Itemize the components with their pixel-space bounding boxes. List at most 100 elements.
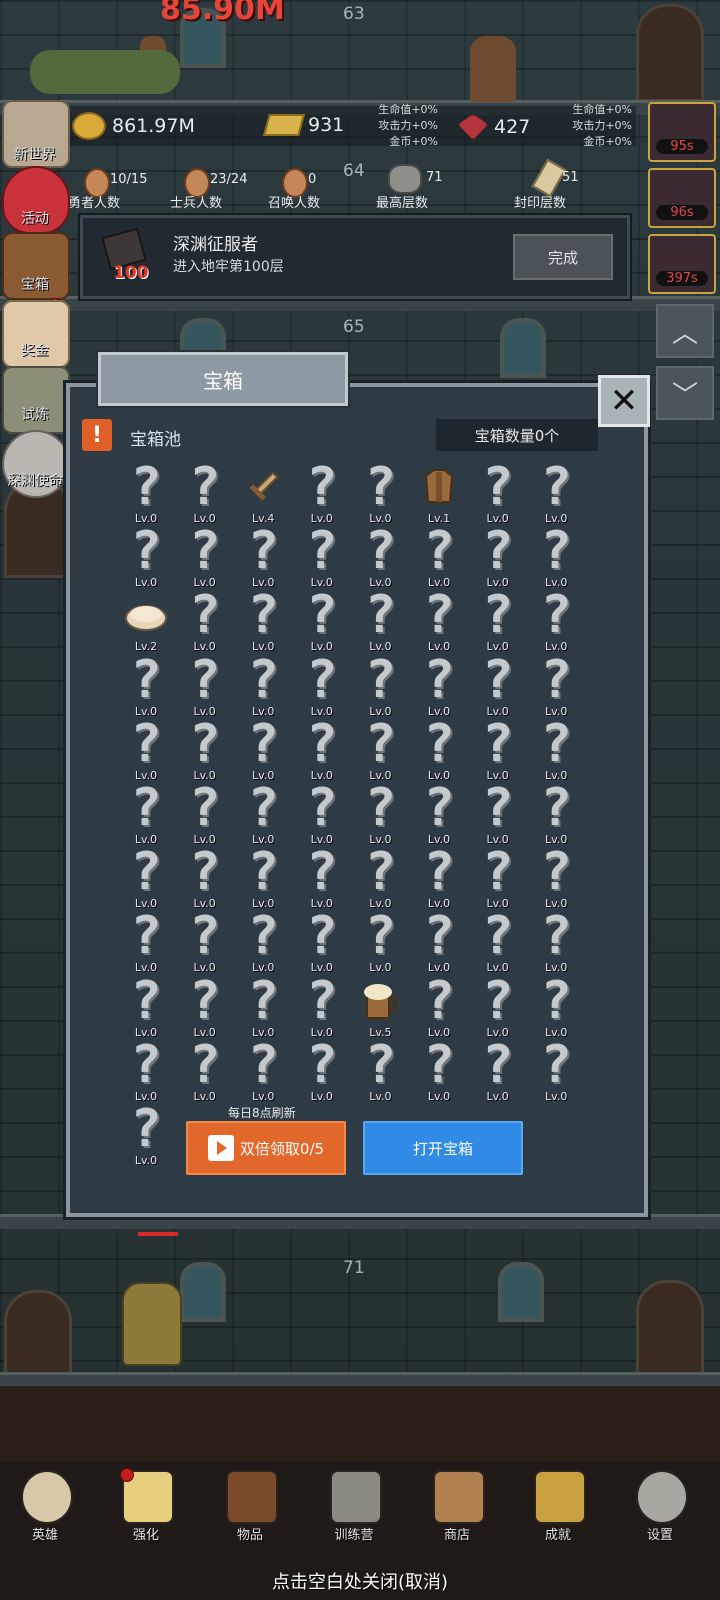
monster-character[interactable] xyxy=(30,50,180,94)
chest-pool-item[interactable]: ? Lv.0 xyxy=(234,589,292,654)
chest-pool-item[interactable]: ? Lv.0 xyxy=(410,718,468,783)
chest-pool-item[interactable]: Lv.5 xyxy=(351,976,409,1040)
chest-pool-item[interactable]: ? Lv.0 xyxy=(469,457,527,526)
chest-pool-item[interactable]: ? Lv.0 xyxy=(469,910,527,975)
chest-pool-item[interactable]: ? Lv.0 xyxy=(410,654,468,719)
chest-pool-item[interactable]: ? Lv.0 xyxy=(293,654,351,719)
chest-pool-item[interactable]: ? Lv.0 xyxy=(351,846,409,911)
chest-pool-item[interactable]: ? Lv.0 xyxy=(469,846,527,911)
scroll-up-button[interactable]: ︿ xyxy=(656,304,714,358)
chest-pool-item[interactable]: ? Lv.0 xyxy=(527,1039,585,1104)
chest-pool-item[interactable]: ? Lv.0 xyxy=(410,910,468,975)
buff-timer[interactable]: 95s xyxy=(648,102,716,162)
chest-pool-item[interactable]: ? Lv.0 xyxy=(117,654,175,719)
chest-pool-item[interactable]: ? Lv.0 xyxy=(351,718,409,783)
chest-pool-item[interactable]: ? Lv.0 xyxy=(234,525,292,590)
chest-pool-item[interactable]: ? Lv.0 xyxy=(234,654,292,719)
chest-pool-item[interactable]: ? Lv.0 xyxy=(293,975,351,1040)
chest-pool-item[interactable]: ? Lv.0 xyxy=(117,1039,175,1104)
chest-pool-item[interactable]: ? Lv.0 xyxy=(293,718,351,783)
chest-pool-item[interactable]: ? Lv.0 xyxy=(469,718,527,783)
chest-pool-item[interactable]: ? Lv.0 xyxy=(176,718,234,783)
chest-pool-item[interactable]: ? Lv.0 xyxy=(293,589,351,654)
chest-pool-item[interactable]: ? Lv.0 xyxy=(176,654,234,719)
chest-pool-item[interactable]: ? Lv.0 xyxy=(410,975,468,1040)
chest-pool-item[interactable]: ? Lv.0 xyxy=(117,782,175,847)
hero-character[interactable] xyxy=(470,36,516,102)
chest-pool-item[interactable]: ? Lv.0 xyxy=(234,975,292,1040)
chest-pool-item[interactable]: ? Lv.0 xyxy=(176,1039,234,1104)
chest-pool-item[interactable]: ? Lv.0 xyxy=(293,910,351,975)
chest-pool-item[interactable]: ? Lv.0 xyxy=(469,654,527,719)
chest-pool-item[interactable]: ? Lv.0 xyxy=(293,846,351,911)
chest-pool-item[interactable]: ? Lv.0 xyxy=(117,525,175,590)
chest-pool-item[interactable]: ? Lv.0 xyxy=(527,910,585,975)
scroll-down-button[interactable]: ﹀ xyxy=(656,366,714,420)
chest-pool-item[interactable]: ? Lv.0 xyxy=(117,1103,175,1168)
chest-pool-item[interactable]: ? Lv.0 xyxy=(410,589,468,654)
chest-pool-item[interactable]: ? Lv.0 xyxy=(351,1039,409,1104)
chest-pool-item[interactable]: ? Lv.0 xyxy=(469,589,527,654)
chest-pool-item[interactable]: ? Lv.0 xyxy=(351,910,409,975)
chest-pool-item[interactable]: ? Lv.0 xyxy=(527,654,585,719)
chest-pool-item[interactable]: ? Lv.0 xyxy=(410,525,468,590)
chest-pool-item[interactable]: ? Lv.0 xyxy=(176,589,234,654)
chest-pool-item[interactable]: ? Lv.0 xyxy=(410,782,468,847)
buff-timer[interactable]: 96s xyxy=(648,168,716,228)
unknown-item-icon: ? xyxy=(247,713,279,774)
chest-pool-item[interactable]: ? Lv.0 xyxy=(176,975,234,1040)
chest-pool-item[interactable]: ? Lv.0 xyxy=(176,782,234,847)
chest-pool-item[interactable]: ? Lv.0 xyxy=(117,846,175,911)
chest-pool-item[interactable]: ? Lv.0 xyxy=(469,970,527,1040)
chest-pool-item[interactable]: ? Lv.0 xyxy=(527,461,585,526)
chest-pool-item[interactable]: Lv.1 xyxy=(410,462,468,526)
chest-pool-item[interactable]: Lv.4 xyxy=(234,462,292,526)
chest-pool-item[interactable]: ? Lv.0 xyxy=(176,846,234,911)
chest-pool-item[interactable]: ? Lv.0 xyxy=(351,525,409,590)
chest-pool-item[interactable]: ? Lv.0 xyxy=(117,975,175,1040)
chest-pool-item[interactable]: ? Lv.0 xyxy=(469,1039,527,1104)
bonus-hp: 生命值+0% xyxy=(378,103,438,116)
buff-timer[interactable]: 397s xyxy=(648,234,716,294)
chest-pool-item[interactable]: ? Lv.0 xyxy=(351,589,409,654)
quest-complete-button[interactable]: 完成 xyxy=(513,234,613,280)
close-x-icon[interactable]: ✕ xyxy=(598,375,650,427)
chest-pool-item[interactable]: ? Lv.0 xyxy=(176,910,234,975)
chest-pool-item[interactable]: ? Lv.0 xyxy=(527,589,585,654)
nav-label: 设置 xyxy=(646,1528,673,1543)
chest-pool-item[interactable]: ? Lv.0 xyxy=(469,525,527,590)
chest-pool-item[interactable]: ? Lv.0 xyxy=(351,461,409,526)
knight-enemy[interactable] xyxy=(122,1282,182,1366)
close-hint[interactable]: 点击空白处关闭(取消) xyxy=(0,1568,720,1594)
chest-pool-item[interactable]: Lv.2 xyxy=(117,590,175,654)
unknown-item-icon: ? xyxy=(481,457,514,517)
warning-icon[interactable]: ! xyxy=(82,419,112,451)
chest-pool-item[interactable]: ? Lv.0 xyxy=(527,846,585,911)
chest-pool-item[interactable]: ? Lv.0 xyxy=(234,846,292,911)
chest-pool-item[interactable]: ? Lv.0 xyxy=(351,782,409,847)
chest-pool-item[interactable]: ? Lv.0 xyxy=(176,525,234,590)
chest-pool-item[interactable]: ? Lv.0 xyxy=(234,782,292,847)
open-chest-button[interactable]: 打开宝箱 xyxy=(363,1121,523,1175)
chest-pool-item[interactable]: ? Lv.0 xyxy=(176,461,234,526)
chest-pool-item[interactable]: ? Lv.0 xyxy=(234,910,292,975)
chest-pool-item[interactable]: ? Lv.0 xyxy=(527,525,585,590)
chest-pool-item[interactable]: ? Lv.0 xyxy=(527,718,585,783)
chest-pool-item[interactable]: ? Lv.0 xyxy=(410,846,468,911)
chest-pool-item[interactable]: ? Lv.0 xyxy=(293,782,351,847)
chest-pool-item[interactable]: ? Lv.0 xyxy=(469,782,527,847)
chest-pool-item[interactable]: ? Lv.0 xyxy=(234,713,292,783)
chest-pool-item[interactable]: ? Lv.0 xyxy=(234,1039,292,1104)
chest-pool-item[interactable]: ? Lv.0 xyxy=(351,654,409,719)
chest-pool-item[interactable]: ? Lv.0 xyxy=(117,718,175,783)
chest-pool-item[interactable]: ? Lv.0 xyxy=(410,1039,468,1104)
unknown-item-icon: ? xyxy=(481,970,514,1031)
double-claim-button[interactable]: 双倍领取0/5 xyxy=(186,1121,346,1175)
chest-pool-item[interactable]: ? Lv.0 xyxy=(527,782,585,847)
chest-pool-item[interactable]: ? Lv.0 xyxy=(293,461,351,526)
chest-pool-item[interactable]: ? Lv.0 xyxy=(527,975,585,1040)
chest-pool-item[interactable]: ? Lv.0 xyxy=(293,1039,351,1104)
chest-pool-item[interactable]: ? Lv.0 xyxy=(117,910,175,975)
chest-pool-item[interactable]: ? Lv.0 xyxy=(117,461,175,526)
chest-pool-item[interactable]: ? Lv.0 xyxy=(293,525,351,590)
